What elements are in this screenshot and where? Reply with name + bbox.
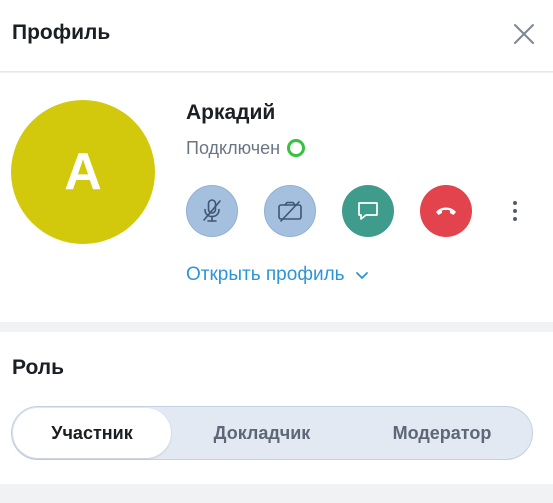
chat-icon [358,202,378,220]
camera-off-icon [278,201,302,222]
role-option-moderator[interactable]: Модератор [357,407,527,459]
panel-header: Профиль [0,0,553,72]
open-profile-link[interactable]: Открыть профиль [186,262,369,288]
role-selector: Участник Докладчик Модератор [11,406,533,460]
user-name: Аркадий [186,101,276,124]
chevron-down-icon [355,272,368,279]
close-button[interactable] [508,18,540,50]
avatar: А [11,100,155,244]
microphone-off-icon [203,199,221,222]
role-section: Роль Участник Докладчик Модератор [0,332,553,484]
panel-title: Профиль [12,21,111,44]
hang-up-icon [436,207,456,215]
hang-up-button[interactable] [420,185,472,237]
role-title: Роль [12,356,65,379]
close-icon [514,24,534,44]
more-options-button[interactable] [501,196,529,226]
role-option-speaker[interactable]: Докладчик [182,407,342,459]
open-chat-button[interactable] [342,185,394,237]
profile-panel: Профиль А Аркадий Подключен Открыть проф… [0,0,553,503]
disable-camera-button[interactable] [264,185,316,237]
more-vertical-icon [513,201,517,221]
user-card: А Аркадий Подключен Открыть профиль [0,73,553,322]
open-profile-label: Открыть профиль [186,264,345,285]
connection-status: Подключен [186,136,306,160]
mute-microphone-button[interactable] [186,185,238,237]
role-option-participant[interactable]: Участник [13,408,171,458]
status-indicator-icon [287,139,306,157]
status-text: Подключен [186,138,281,158]
